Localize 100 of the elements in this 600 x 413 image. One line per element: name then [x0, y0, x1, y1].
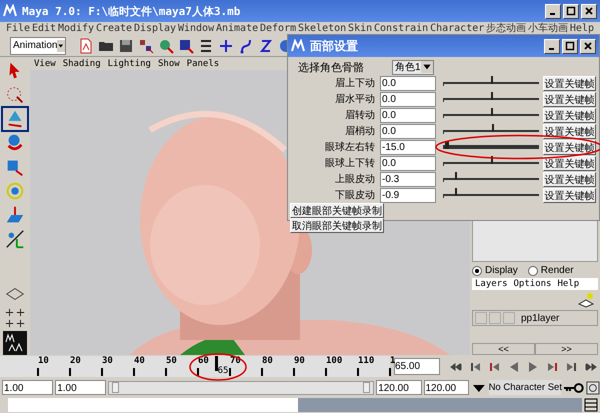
close-icon[interactable]	[584, 6, 594, 16]
set-key-button[interactable]: 设置关键帧	[543, 124, 596, 138]
menu-item[interactable]: Create	[96, 22, 132, 34]
object-select-icon[interactable]	[158, 38, 174, 54]
layer-menu-item[interactable]: Help	[557, 279, 580, 289]
panel-menu-item[interactable]: Shading	[62, 58, 101, 68]
maximize-icon[interactable]	[565, 41, 575, 51]
maximize-button[interactable]	[563, 4, 579, 18]
plus-icon[interactable]	[218, 38, 234, 54]
value-field[interactable]: 0.0	[380, 124, 436, 138]
script-editor-icon[interactable]	[584, 398, 598, 412]
current-frame-marker[interactable]	[214, 356, 218, 371]
field-label: 眉转动	[344, 109, 376, 122]
menu-item[interactable]: Skin	[348, 22, 372, 34]
value-field[interactable]: 0.0	[380, 108, 436, 122]
frame-label: 80	[262, 356, 273, 366]
panel-menu-item[interactable]: Show	[158, 58, 180, 68]
menu-item[interactable]: Display	[134, 22, 176, 34]
start-time-field[interactable]: 1.00	[2, 380, 54, 395]
frame-label: 90	[294, 356, 305, 366]
menu-set-dropdown[interactable]: Animation	[10, 36, 66, 54]
layer-row[interactable]: pp1layer	[472, 310, 598, 326]
slider-thumb[interactable]	[454, 172, 457, 180]
field-label: 眉水平动	[334, 92, 376, 106]
hierarchy-icon[interactable]	[138, 38, 154, 54]
menu-item[interactable]: 步态动画	[486, 22, 526, 34]
set-key-button[interactable]: 设置关键帧	[543, 188, 596, 202]
field-label: 眉上下动	[334, 76, 376, 90]
field-label: 上眼皮动	[334, 172, 376, 186]
save-icon[interactable]	[118, 38, 134, 54]
frame-label: 110	[358, 356, 374, 366]
close-button[interactable]	[581, 4, 597, 18]
component-select-icon[interactable]	[178, 38, 194, 54]
set-key-button[interactable]: 设置关键帧	[543, 92, 596, 106]
menu-item[interactable]: Modify	[58, 22, 94, 34]
logo-icon	[3, 331, 27, 355]
value-field[interactable]: -0.3	[380, 172, 436, 186]
minimize-button[interactable]	[544, 38, 560, 54]
maximize-button[interactable]	[562, 38, 578, 54]
menu-item[interactable]: Character	[430, 22, 484, 34]
field-label: 选择角色骨骼	[297, 60, 365, 74]
end-time-field[interactable]: 120.00	[424, 380, 469, 395]
minimize-button[interactable]	[545, 4, 561, 18]
record-button[interactable]: 取消眼部关键帧录制	[290, 218, 384, 233]
document-icon[interactable]	[78, 38, 94, 54]
panel-menu-item[interactable]: Lighting	[108, 58, 151, 68]
menu-item[interactable]: Window	[178, 22, 214, 34]
value-field[interactable]: 0.0	[380, 92, 436, 106]
playback-end-field[interactable]: 120.00	[376, 380, 422, 395]
menu-item[interactable]: Edit	[32, 22, 56, 34]
field-label: 眉梢动	[344, 124, 376, 138]
set-key-button[interactable]: 设置关键帧	[543, 108, 596, 122]
layer-menu-item[interactable]: Options	[514, 279, 552, 289]
menu-item[interactable]: Animate	[216, 22, 258, 34]
set-key-button[interactable]: 设置关键帧	[543, 156, 596, 170]
menu-item[interactable]: Skeleton	[298, 22, 346, 34]
key-icon[interactable]	[562, 382, 584, 394]
command-line-field[interactable]	[8, 398, 298, 412]
frame-label: 40	[134, 356, 145, 366]
record-button[interactable]: 创建眼部关键帧录制	[290, 203, 384, 218]
playback-start-field[interactable]: 1.00	[55, 380, 106, 395]
display-mode-radio[interactable]: Render	[528, 265, 574, 276]
layer-menu-item[interactable]: Layers	[475, 279, 508, 289]
frame-label: 30	[102, 356, 113, 366]
slider-thumb[interactable]	[454, 188, 457, 196]
close-icon[interactable]	[583, 41, 593, 51]
new-layer-icon[interactable]	[578, 292, 594, 308]
field-label: 下眼皮动	[334, 188, 376, 202]
panel-menu-item[interactable]: Panels	[186, 58, 220, 68]
app-icon	[291, 39, 305, 53]
character-set-field[interactable]: No Character Set	[488, 380, 561, 395]
slider-thumb[interactable]	[492, 124, 494, 132]
value-field[interactable]: -0.9	[380, 188, 436, 202]
menu-item[interactable]: Help	[570, 22, 594, 34]
menu-item[interactable]: File	[6, 22, 30, 34]
s-curve-icon[interactable]	[258, 38, 274, 54]
menu-item[interactable]: Deform	[260, 22, 296, 34]
page-button[interactable]: >>	[535, 343, 598, 355]
set-key-button[interactable]: 设置关键帧	[543, 172, 596, 186]
set-key-button[interactable]: 设置关键帧	[543, 76, 596, 90]
close-button[interactable]	[580, 38, 596, 54]
preferences-icon[interactable]	[586, 380, 600, 394]
field-label: 眼球左右转	[324, 140, 376, 154]
menu-item[interactable]: Constrain	[374, 22, 428, 34]
dialog-title: 面部设置	[310, 38, 358, 54]
panel-menu-item[interactable]: View	[34, 58, 56, 68]
value-field[interactable]: 0.0	[380, 156, 436, 170]
menu-item[interactable]: 小车动画	[528, 22, 568, 34]
value-field[interactable]: -15.0	[380, 140, 436, 154]
current-time-field[interactable]: 65.00	[394, 358, 440, 375]
page-button[interactable]: <<	[472, 343, 535, 355]
set-key-button[interactable]: 设置关键帧	[543, 140, 596, 154]
curve-icon[interactable]	[238, 38, 254, 54]
display-mode-radio[interactable]: Display	[472, 265, 518, 276]
snap-icon[interactable]	[198, 38, 214, 54]
character-dropdown[interactable]: 角色1	[392, 60, 434, 74]
value-field[interactable]: 0.0	[380, 76, 436, 90]
slider-thumb[interactable]	[444, 141, 449, 149]
maximize-icon[interactable]	[566, 6, 576, 16]
field-label: 眼球上下转	[324, 156, 376, 170]
